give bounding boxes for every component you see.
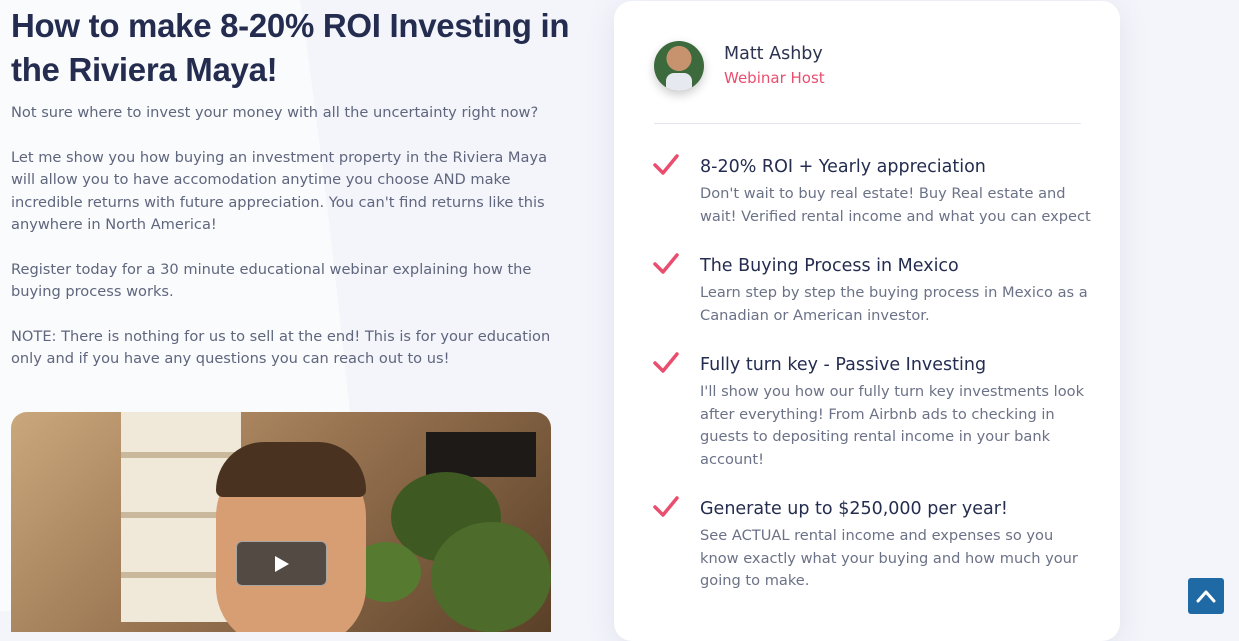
check-icon <box>653 496 679 517</box>
feature-item: The Buying Process in Mexico Learn step … <box>652 250 1092 327</box>
scroll-to-top-button[interactable] <box>1188 578 1224 614</box>
feature-list: 8-20% ROI + Yearly appreciation Don't wa… <box>652 151 1092 593</box>
check-icon <box>653 253 679 274</box>
avatar-shirt <box>666 73 692 91</box>
video-presenter-hair <box>216 442 366 497</box>
intro-paragraph: Let me show you how buying an investment… <box>11 148 548 234</box>
chevron-up-icon <box>1196 590 1216 603</box>
intro-text: Not sure where to invest your money with… <box>11 102 571 371</box>
video-player[interactable] <box>11 412 551 632</box>
feature-description: I'll show you how our fully turn key inv… <box>700 383 1085 468</box>
feature-item: 8-20% ROI + Yearly appreciation Don't wa… <box>652 151 1092 228</box>
page-title: How to make 8-20% ROI Investing in the R… <box>11 7 570 88</box>
divider <box>654 123 1081 124</box>
feature-description: Learn step by step the buying process in… <box>700 284 1088 324</box>
intro-paragraph: NOTE: There is nothing for us to sell at… <box>11 327 551 368</box>
host-name: Matt Ashby <box>724 44 823 64</box>
video-wall-frame <box>426 432 536 477</box>
webinar-card: Matt Ashby Webinar Host 8-20% ROI + Year… <box>614 1 1120 641</box>
check-icon <box>653 352 679 373</box>
check-icon <box>653 154 679 175</box>
feature-description: Don't wait to buy real estate! Buy Real … <box>700 185 1091 225</box>
feature-title: Generate up to $250,000 per year! <box>700 499 1008 519</box>
video-plant <box>431 522 551 632</box>
play-button[interactable] <box>236 541 327 586</box>
intro-paragraph: Not sure where to invest your money with… <box>11 104 539 121</box>
play-icon <box>274 555 289 572</box>
feature-title: 8-20% ROI + Yearly appreciation <box>700 157 986 177</box>
host-text: Matt Ashby Webinar Host <box>724 42 825 90</box>
video-shelf-line <box>121 452 241 458</box>
feature-title: The Buying Process in Mexico <box>700 256 959 276</box>
feature-item: Fully turn key - Passive Investing I'll … <box>652 349 1092 471</box>
host-role: Webinar Host <box>724 69 825 87</box>
feature-title: Fully turn key - Passive Investing <box>700 355 987 375</box>
host-info: Matt Ashby Webinar Host <box>654 41 825 91</box>
feature-description: See ACTUAL rental income and expenses so… <box>700 527 1078 589</box>
feature-item: Generate up to $250,000 per year! See AC… <box>652 493 1092 593</box>
intro-paragraph: Register today for a 30 minute education… <box>11 260 532 301</box>
intro-section: How to make 8-20% ROI Investing in the R… <box>11 4 571 393</box>
avatar <box>654 41 704 91</box>
